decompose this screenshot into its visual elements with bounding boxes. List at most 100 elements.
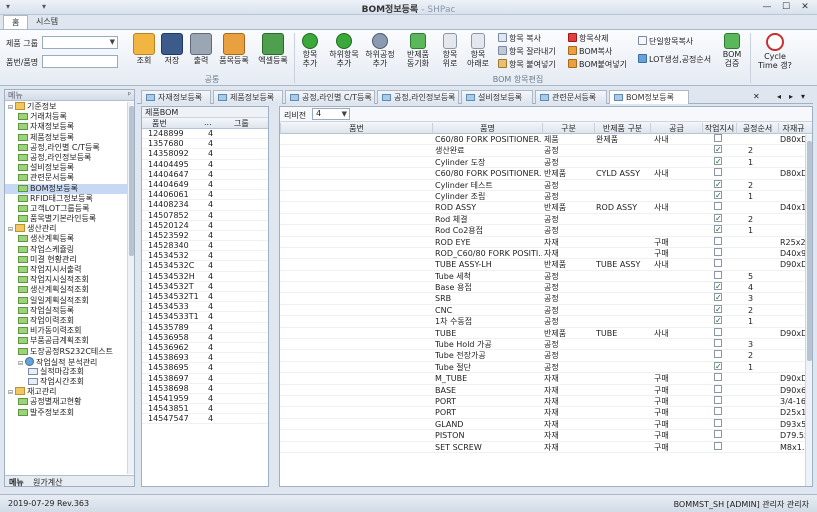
table-row[interactable]: F006-T2100ROD_C60/80 FORK POSITI...자재구매D…	[280, 247, 812, 260]
tab-cost-calc[interactable]: 원가계산	[33, 477, 62, 488]
menu-item[interactable]: 작업지시실적조회	[5, 275, 127, 285]
work-order-checkbox[interactable]: ✓	[714, 282, 722, 291]
menu-scrollbar[interactable]	[127, 102, 134, 474]
table-row[interactable]: ▾F006-T1010TUBE ASSY-LH반제품TUBE ASSY사내D90…	[280, 259, 812, 271]
work-order-checkbox[interactable]	[714, 395, 722, 404]
lot-process-button[interactable]: LOT생성,공정순서	[638, 54, 711, 65]
menu-item[interactable]: ⊟ 재고관리	[5, 387, 127, 397]
minimize-button[interactable]: —	[758, 1, 776, 13]
column-header[interactable]: ...	[204, 118, 212, 127]
pin-icon[interactable]: ᵖ	[128, 90, 131, 99]
doc-tab[interactable]: BOM정보등록	[609, 90, 689, 104]
column-header[interactable]: 품번	[280, 123, 432, 134]
tab-close-icon[interactable]: ✕	[753, 92, 760, 101]
table-row[interactable]: 14535789 4	[142, 323, 268, 333]
table-row[interactable]: 14538697 4	[142, 374, 268, 384]
menu-item[interactable]: 작업스케쥴링	[5, 245, 127, 255]
table-row[interactable]: 14408234 4	[142, 200, 268, 211]
table-row[interactable]: 14534533 4	[142, 302, 268, 313]
menu-item[interactable]: 실적마감조회	[5, 367, 127, 377]
menu-item[interactable]: 설비정보등록	[5, 163, 127, 173]
column-header[interactable]: 품명	[432, 123, 542, 134]
table-row[interactable]: 6108-10400ROD EYE자재구매R25x22	[280, 236, 812, 248]
bom-verify-button[interactable]: BOM 검증	[720, 33, 744, 68]
work-order-checkbox[interactable]: ✓	[714, 190, 722, 199]
tab-list-icon[interactable]: ▾	[801, 92, 805, 101]
work-order-checkbox[interactable]	[714, 270, 722, 279]
tab-home[interactable]: 홈	[3, 15, 29, 29]
table-row[interactable]: 1357680 4	[142, 139, 268, 150]
work-order-checkbox[interactable]: ✓	[714, 179, 722, 188]
table-row[interactable]: 14541959 4	[142, 394, 268, 405]
table-row[interactable]: 14358092 4	[142, 149, 268, 160]
close-button[interactable]: ✕	[796, 1, 814, 13]
table-row[interactable]: 14404647 4	[142, 170, 268, 180]
column-header[interactable]: 그룹	[234, 118, 249, 129]
table-row[interactable]: 14523592 4	[142, 231, 268, 242]
table-row[interactable]: 14536962 4	[142, 343, 268, 354]
table-row[interactable]: 4121-16010PISTON자재구매D79.5x5	[280, 430, 812, 442]
tab-scroll-right-icon[interactable]: ▸	[789, 92, 793, 101]
doc-tab[interactable]: 공정,라인별 C/T등록	[285, 90, 375, 104]
menu-item[interactable]: 공정,라인정보등록	[5, 153, 127, 163]
menu-item[interactable]: 품목별기본라인등록	[5, 214, 127, 224]
work-order-checkbox[interactable]: ✓	[714, 156, 722, 165]
table-row[interactable]: TWPTube 전장가공공정2	[280, 350, 812, 362]
menu-item[interactable]: ⊟ 작업실적 분석관리	[5, 356, 127, 367]
move-up-button[interactable]: 항목 위로	[438, 33, 462, 68]
sub-item-add-button[interactable]: 하위항목 추가	[328, 33, 360, 68]
tab-scroll-left-icon[interactable]: ◂	[777, 92, 781, 101]
table-row[interactable]: 5023-10810SET SCREW자재구매M8x1.25	[280, 441, 812, 453]
table-row[interactable]: CASCylinder 조립공정✓1	[280, 190, 812, 203]
work-order-checkbox[interactable]	[714, 134, 722, 142]
work-order-checkbox[interactable]	[714, 350, 722, 359]
print-button[interactable]: 출력	[189, 33, 213, 65]
table-row[interactable]: TWSTube 세척공정5	[280, 270, 812, 283]
menu-item[interactable]: 발주정보조회	[5, 408, 127, 418]
table-row[interactable]: ▾1248899C60/80 FORK POSITIONER...제품완제품사내…	[280, 134, 812, 146]
work-order-checkbox[interactable]: ✓	[714, 213, 722, 222]
table-row[interactable]: THPTube Hold 가공공정3	[280, 339, 812, 351]
column-header[interactable]: 반제품 구분	[594, 123, 650, 134]
table-row[interactable]: 14534533T1 4	[142, 312, 268, 323]
work-order-checkbox[interactable]	[714, 430, 722, 439]
bom-paste-button[interactable]: BOM붙여넣기	[568, 59, 627, 70]
work-order-checkbox[interactable]	[714, 168, 722, 177]
item-copy-button[interactable]: 항목 복사	[498, 33, 541, 44]
menu-item[interactable]: 부품공급계획조회	[5, 336, 127, 346]
revision-select[interactable]: 4 ▼	[312, 108, 350, 120]
cycle-time-button[interactable]: Cycle Time 갱?	[754, 33, 796, 70]
table-row[interactable]: 14404495 4	[142, 160, 268, 170]
menu-item[interactable]: 비가동이력조회	[5, 326, 127, 336]
menu-item[interactable]: BOM정보등록	[5, 183, 127, 194]
menu-item[interactable]: 생산계획등록	[5, 234, 127, 244]
column-header[interactable]: 품번	[152, 118, 167, 129]
table-row[interactable]: TFW1차 수동접공정✓1	[280, 316, 812, 328]
work-order-checkbox[interactable]: ✓	[714, 293, 722, 302]
part-name-input[interactable]	[42, 55, 118, 68]
menu-item[interactable]: 미결 현황관리	[5, 255, 127, 265]
tab-menu[interactable]: 메뉴	[9, 477, 24, 488]
work-order-checkbox[interactable]	[714, 418, 722, 427]
menu-item[interactable]: ⊟ 생산관리	[5, 224, 127, 234]
table-row[interactable]: 14538695 4	[142, 363, 268, 374]
semi-sync-button[interactable]: 반제품 동기화	[402, 33, 434, 68]
work-order-checkbox[interactable]	[714, 384, 722, 393]
item-paste-button[interactable]: 항목 붙여넣기	[498, 59, 556, 70]
move-down-button[interactable]: 항목 아래로	[464, 33, 492, 68]
scrollbar-thumb[interactable]	[129, 106, 134, 256]
item-add-button[interactable]: 항목 추가	[298, 33, 322, 68]
table-row[interactable]: 23-0900-0800M_TUBE자재구매D90xD8	[280, 373, 812, 385]
column-header[interactable]: 공정순서	[736, 123, 778, 134]
menu-item[interactable]: 제품정보등록	[5, 133, 127, 143]
table-row[interactable]: CNCCNC공정✓2	[280, 304, 812, 317]
menu-item[interactable]: 작업지시서출력	[5, 265, 127, 275]
menu-item[interactable]: 공정,라인별 C/T등록	[5, 143, 127, 153]
table-row[interactable]: 14534532T1 4	[142, 292, 268, 303]
table-row[interactable]: 14406061 4	[142, 190, 268, 201]
excel-register-button[interactable]: 엑셀등록	[256, 33, 290, 65]
table-row[interactable]: 14534532C 4	[142, 261, 268, 272]
sub-process-add-button[interactable]: 하위공정 추가	[364, 33, 396, 68]
scrollbar-thumb[interactable]	[807, 141, 812, 361]
table-row[interactable]: 1248899 4	[142, 129, 268, 140]
